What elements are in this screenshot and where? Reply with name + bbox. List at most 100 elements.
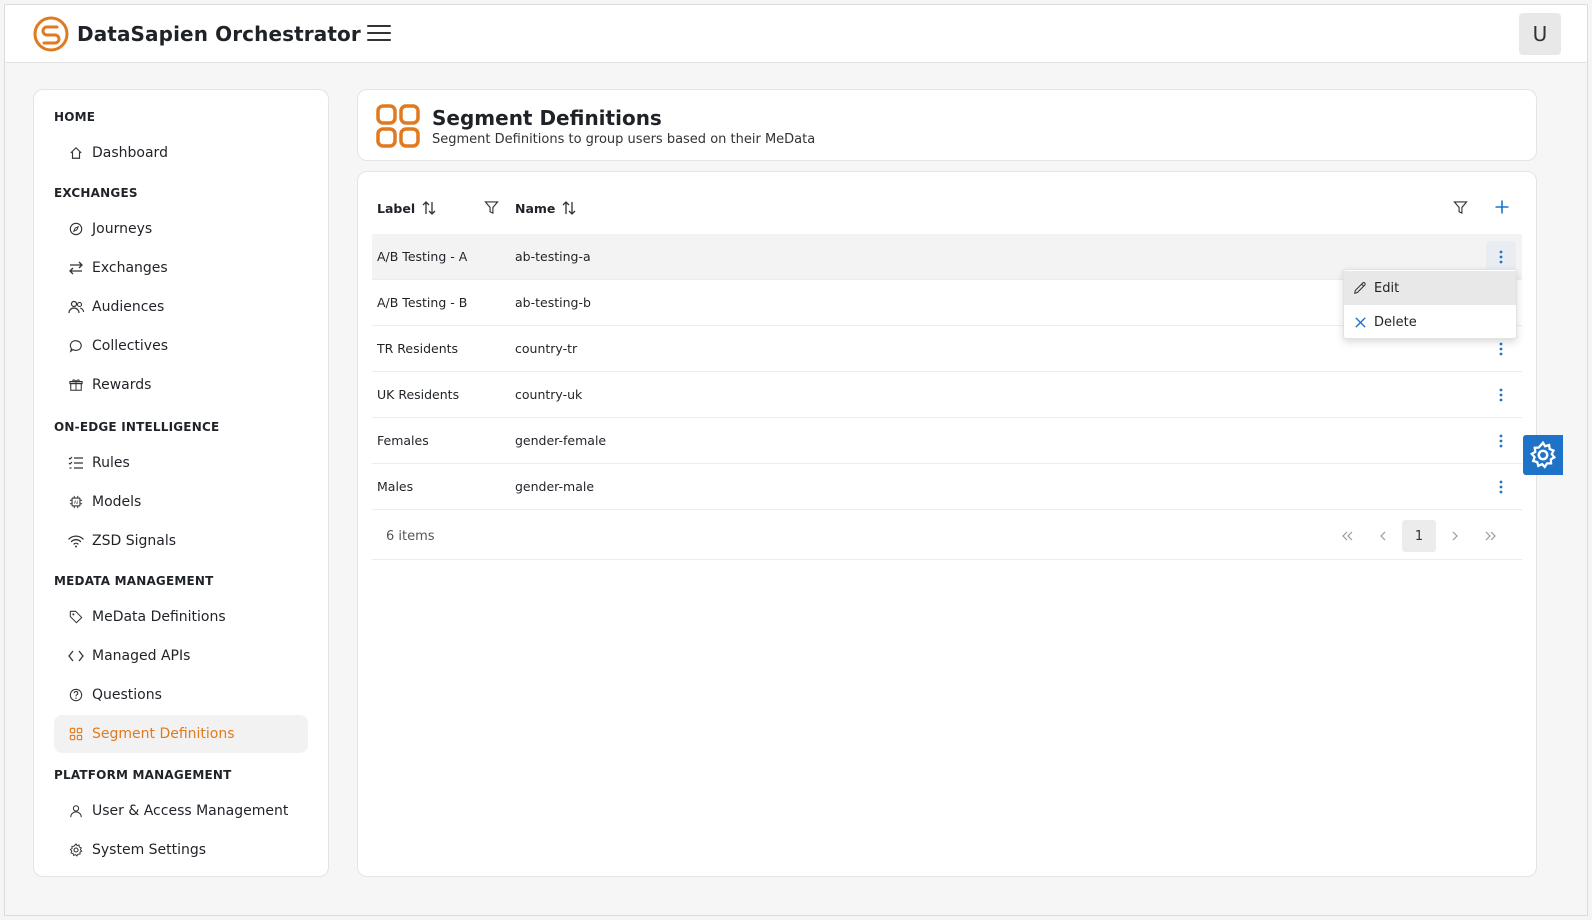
pencil-icon	[1352, 280, 1368, 296]
sidebar-item-audiences[interactable]: Audiences	[54, 288, 308, 326]
items-count: 6 items	[386, 529, 435, 544]
sidebar-item-label: Journeys	[92, 221, 153, 237]
sidebar-item-label: Exchanges	[92, 260, 168, 276]
sidebar-item-segment-definitions[interactable]: Segment Definitions	[54, 715, 308, 753]
cell-name: country-tr	[515, 341, 578, 356]
cell-label: A/B Testing - B	[377, 295, 468, 310]
column-header-label[interactable]: Label	[377, 200, 437, 216]
sidebar-item-user-access-management[interactable]: User & Access Management	[54, 792, 308, 830]
sidebar-item-medata-definitions[interactable]: MeData Definitions	[54, 598, 308, 636]
people-icon	[68, 299, 84, 315]
sidebar-item-questions[interactable]: Questions	[54, 676, 308, 714]
table-row[interactable]: UK Residents country-uk	[372, 372, 1522, 418]
code-icon	[68, 648, 84, 664]
kebab-menu-icon[interactable]	[1486, 425, 1516, 457]
page-subtitle: Segment Definitions to group users based…	[432, 132, 816, 147]
kebab-menu-icon[interactable]	[1486, 379, 1516, 411]
hamburger-menu-icon[interactable]	[367, 25, 391, 43]
cell-label: TR Residents	[377, 341, 459, 356]
last-page-icon[interactable]	[1474, 520, 1508, 552]
question-circle-icon	[68, 687, 84, 703]
kebab-menu-icon[interactable]	[1486, 471, 1516, 503]
sidebar-item-label: User & Access Management	[92, 803, 289, 819]
gear-icon	[68, 842, 84, 858]
sidebar-item-models[interactable]: AI Models	[54, 483, 308, 521]
table-header: Label Name	[372, 192, 1522, 228]
sidebar-item-system-settings[interactable]: System Settings	[54, 831, 308, 869]
delete-label: Delete	[1374, 314, 1417, 330]
first-page-icon[interactable]	[1330, 520, 1364, 552]
sidebar-item-label: System Settings	[92, 842, 207, 858]
sidebar-item-rewards[interactable]: Rewards	[54, 366, 308, 404]
sidebar-item-exchanges[interactable]: Exchanges	[54, 249, 308, 287]
page-header: Segment Definitions Segment Definitions …	[357, 89, 1537, 161]
list-check-icon	[68, 455, 84, 471]
user-avatar[interactable]: U	[1519, 13, 1561, 55]
sort-icon[interactable]	[561, 200, 577, 216]
home-icon	[68, 145, 84, 161]
table-row[interactable]: Males gender-male	[372, 464, 1522, 510]
sidebar-item-dashboard[interactable]: Dashboard	[54, 134, 308, 172]
row-context-menu: Edit Delete	[1343, 269, 1517, 339]
pagination: 1	[1328, 520, 1508, 552]
sidebar-item-label: Models	[92, 494, 142, 510]
global-filter-icon[interactable]	[1453, 200, 1468, 219]
user-icon	[68, 803, 84, 819]
page-title: Segment Definitions	[432, 106, 662, 130]
sidebar-item-label: Questions	[92, 687, 162, 703]
sidebar-item-label: Dashboard	[92, 145, 168, 161]
page-number[interactable]: 1	[1402, 520, 1436, 552]
chip-icon: AI	[68, 494, 84, 510]
column-header-name[interactable]: Name	[515, 200, 577, 216]
edit-menu-item[interactable]: Edit	[1344, 271, 1516, 305]
sidebar-section-medata-management: MEDATA MANAGEMENT	[54, 574, 214, 588]
gear-icon	[1530, 441, 1557, 469]
cell-label: UK Residents	[377, 387, 460, 402]
table-row[interactable]: Females gender-female	[372, 418, 1522, 464]
sidebar-item-label: Rewards	[92, 377, 152, 393]
close-icon	[1352, 314, 1368, 330]
cell-name: country-uk	[515, 387, 583, 402]
add-icon[interactable]	[1494, 199, 1510, 219]
cell-label: Males	[377, 479, 414, 494]
delete-menu-item[interactable]: Delete	[1344, 305, 1516, 339]
cell-label: A/B Testing - A	[377, 249, 468, 264]
app-window: DataSapien Orchestrator U HOME Dashboard…	[4, 4, 1588, 916]
sidebar-item-label: Managed APIs	[92, 648, 191, 664]
sidebar-section-home: HOME	[54, 110, 96, 124]
sidebar-item-collectives[interactable]: Collectives	[54, 327, 308, 365]
chat-icon	[68, 338, 84, 354]
sidebar-section-exchanges: EXCHANGES	[54, 186, 138, 200]
cell-name: ab-testing-a	[515, 249, 591, 264]
sidebar-item-label: Rules	[92, 455, 130, 471]
tag-icon	[68, 609, 84, 625]
sort-icon[interactable]	[421, 200, 437, 216]
edit-label: Edit	[1374, 280, 1400, 296]
cell-name: gender-male	[515, 479, 595, 494]
arrows-swap-icon	[68, 260, 84, 276]
table-footer: 6 items 1	[372, 512, 1522, 560]
cell-name: ab-testing-b	[515, 295, 591, 310]
app-title: DataSapien Orchestrator	[77, 22, 361, 46]
prev-page-icon[interactable]	[1366, 520, 1400, 552]
sidebar: HOME Dashboard EXCHANGES Journeys Exchan…	[33, 89, 329, 877]
svg-text:AI: AI	[74, 500, 78, 506]
cell-name: gender-female	[515, 433, 607, 448]
sidebar-item-label: Segment Definitions	[92, 726, 235, 742]
next-page-icon[interactable]	[1438, 520, 1472, 552]
sidebar-item-label: ZSD Signals	[92, 533, 177, 549]
wifi-icon	[68, 533, 84, 549]
cell-label: Females	[377, 433, 429, 448]
sidebar-item-label: Collectives	[92, 338, 169, 354]
sidebar-item-label: Audiences	[92, 299, 165, 315]
sidebar-item-zsd-signals[interactable]: ZSD Signals	[54, 522, 308, 560]
datasapien-logo-icon	[33, 16, 69, 52]
settings-fab-button[interactable]	[1523, 435, 1563, 475]
sidebar-item-rules[interactable]: Rules	[54, 444, 308, 482]
sidebar-item-managed-apis[interactable]: Managed APIs	[54, 637, 308, 675]
compass-icon	[68, 221, 84, 237]
sidebar-item-journeys[interactable]: Journeys	[54, 210, 308, 248]
gift-icon	[68, 377, 84, 393]
filter-icon[interactable]	[484, 200, 499, 219]
sidebar-section-platform-management: PLATFORM MANAGEMENT	[54, 768, 232, 782]
